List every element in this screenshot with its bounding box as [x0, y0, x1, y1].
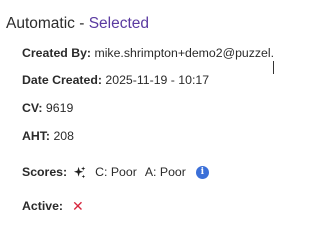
created-by-value: mike.shrimpton+demo2@puzzel. [94, 46, 275, 60]
sparkle-icon [74, 165, 86, 178]
score-a: A: Poor [144, 165, 186, 179]
aht-row: AHT: 208 [22, 128, 74, 144]
aht-label: AHT: [22, 129, 51, 143]
panel-title: Automatic - Selected [6, 14, 149, 34]
cv-label: CV: [22, 101, 43, 115]
score-c: C: Poor [95, 165, 137, 179]
title-separator: - [74, 15, 89, 32]
active-label: Active: [22, 199, 64, 213]
text-cursor [273, 61, 274, 74]
active-row: Active: ✕ [22, 198, 84, 214]
scores-row: Scores: C: Poor A: Poor i [22, 164, 209, 180]
aht-value: 208 [53, 129, 74, 143]
created-by-row: Created By: mike.shrimpton+demo2@puzzel. [22, 45, 274, 61]
scores-label: Scores: [22, 165, 68, 179]
date-created-label: Date Created: [22, 73, 102, 87]
created-by-label: Created By: [22, 46, 92, 60]
date-created-row: Date Created: 2025-11-19 - 10:17 [22, 72, 209, 88]
info-icon[interactable]: i [195, 165, 209, 179]
cv-row: CV: 9619 [22, 100, 73, 116]
date-created-value: 2025-11-19 - 10:17 [105, 73, 210, 87]
status-text: Selected [88, 15, 150, 32]
x-icon: ✕ [72, 198, 84, 214]
details-panel: Automatic - Selected Created By: mike.sh… [0, 0, 276, 214]
cv-value: 9619 [45, 101, 74, 115]
title-text: Automatic [6, 15, 75, 32]
